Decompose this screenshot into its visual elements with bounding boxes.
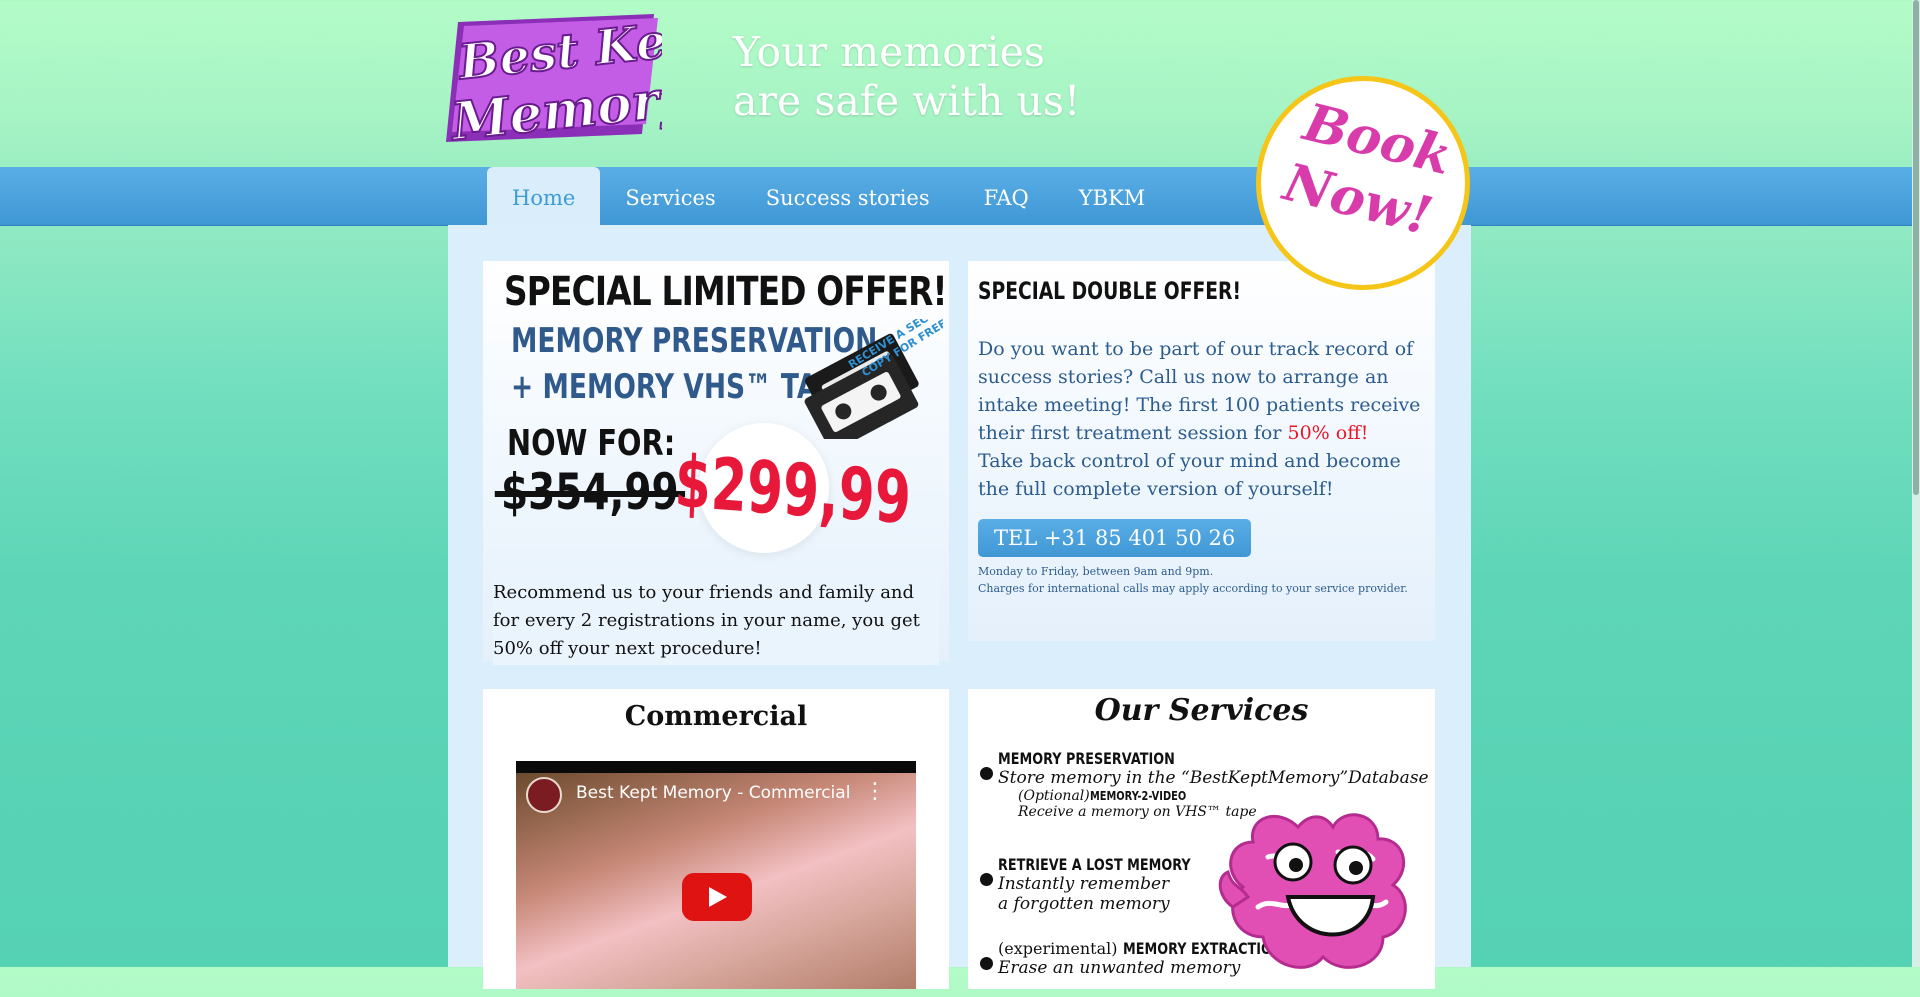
video-title[interactable]: Best Kept Memory - Commercial: [576, 783, 850, 803]
tel-note: Monday to Friday, between 9am and 9pm. C…: [978, 563, 1425, 597]
service-retrieve-lost-memory: RETRIEVE A LOST MEMORY Instantly remembe…: [998, 855, 1239, 914]
commercial-card: Commercial Best Kept Memory - Commercial…: [483, 689, 949, 989]
service-name: MEMORY PRESERVATION: [998, 749, 1175, 768]
scrollbar-thumb[interactable]: [1913, 0, 1919, 495]
nav-item-services[interactable]: Services: [600, 167, 740, 226]
tagline: Your memories are safe with us!: [733, 28, 1133, 126]
play-button-icon[interactable]: [682, 873, 752, 921]
tel-note-hours: Monday to Friday, between 9am and 9pm.: [978, 565, 1214, 578]
special-double-offer-card: SPECIAL DOUBLE OFFER! Do you want to be …: [968, 261, 1435, 641]
service-name: RETRIEVE A LOST MEMORY: [998, 855, 1191, 874]
bullet-icon: [980, 873, 993, 886]
nav-item-home[interactable]: Home: [487, 167, 601, 226]
double-offer-body: Do you want to be part of our track reco…: [978, 335, 1425, 503]
channel-avatar[interactable]: [526, 777, 562, 813]
bullet-icon: [980, 957, 993, 970]
main-nav: Home Services Success stories FAQ YBKM: [487, 167, 1170, 226]
bullet-icon: [980, 767, 993, 780]
recommend-text: Recommend us to your friends and family …: [493, 577, 939, 665]
old-price: $354,99: [494, 463, 685, 521]
service-description: Store memory in the “BestKeptMemory”Data…: [998, 768, 1429, 788]
experimental-prefix: (experimental): [998, 939, 1118, 958]
nav-item-ybkm[interactable]: YBKM: [1054, 167, 1171, 226]
special-limited-offer-card[interactable]: SPECIAL LIMITED OFFER! MEMORY PRESERVATI…: [483, 261, 949, 665]
tagline-line-2: are safe with us!: [733, 77, 1081, 125]
tel-button[interactable]: TEL +31 85 401 50 26: [978, 519, 1252, 557]
tel-note-charges: Charges for international calls may appl…: [978, 582, 1408, 595]
commercial-title: Commercial: [624, 701, 808, 732]
book-now-button[interactable]: Book Now!: [1256, 76, 1470, 290]
tagline-line-1: Your memories: [733, 28, 1045, 76]
discount-highlight: 50% off!: [1287, 422, 1369, 444]
main-content: SPECIAL LIMITED OFFER! MEMORY PRESERVATI…: [448, 225, 1471, 989]
video-player[interactable]: Best Kept Memory - Commercial ⋮: [516, 761, 916, 989]
more-options-icon[interactable]: ⋮: [864, 779, 886, 804]
offer-heading: SPECIAL LIMITED OFFER!: [504, 269, 948, 315]
service-description-line-1: Instantly remember: [998, 874, 1170, 894]
services-card: Our Services MEMORY PRESERVATION Store m…: [968, 689, 1435, 989]
brain-mascot-icon: [1218, 813, 1407, 969]
new-price: $299,99: [673, 439, 913, 541]
nav-item-success-stories[interactable]: Success stories: [741, 167, 955, 226]
double-offer-closing: Take back control of your mind and becom…: [978, 450, 1401, 500]
optional-prefix: (Optional): [1018, 788, 1090, 804]
vhs-tape-icon: RECEIVE A SECOND COPY FOR FREE!!: [804, 319, 943, 439]
nav-item-faq[interactable]: FAQ: [959, 167, 1054, 226]
now-for-label: NOW FOR:: [507, 423, 676, 464]
optional-name: MEMORY-2-VIDEO: [1089, 789, 1186, 803]
services-title: Our Services: [1094, 693, 1309, 728]
service-description-line-2: a forgotten memory: [998, 894, 1170, 914]
best-kept-memory-logo[interactable]: Best Kept Memory: [446, 8, 662, 150]
page-scrollbar[interactable]: [1912, 0, 1920, 967]
double-offer-heading: SPECIAL DOUBLE OFFER!: [978, 277, 1242, 305]
